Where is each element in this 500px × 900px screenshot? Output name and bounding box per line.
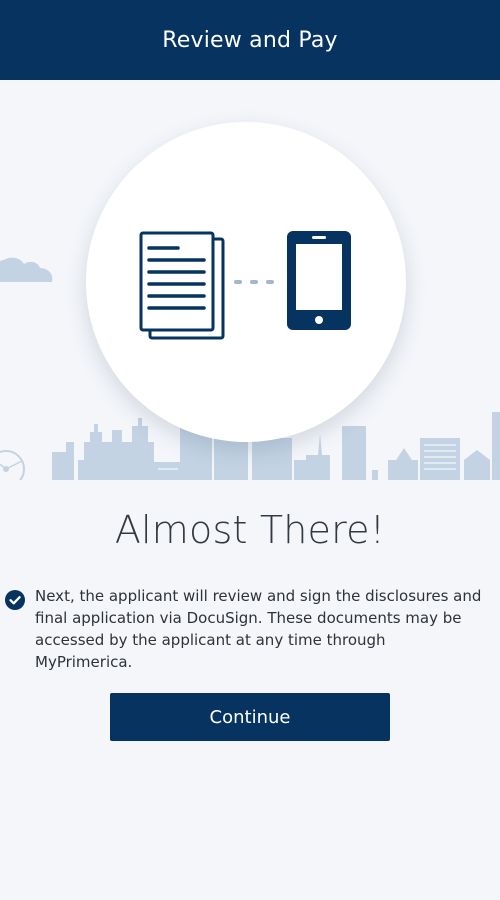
check-circle-icon	[5, 590, 25, 610]
hero-illustration	[0, 80, 500, 480]
continue-button[interactable]: Continue	[110, 693, 390, 741]
mobile-phone-icon	[287, 231, 351, 330]
almost-there-heading: Almost There!	[114, 508, 386, 552]
page-title: Review and Pay	[162, 27, 338, 53]
header-bar: Review and Pay	[0, 0, 500, 80]
dotted-connector-icon	[234, 280, 274, 284]
next-steps-message: Next, the applicant will review and sign…	[35, 587, 482, 671]
documents-icon	[139, 231, 225, 340]
